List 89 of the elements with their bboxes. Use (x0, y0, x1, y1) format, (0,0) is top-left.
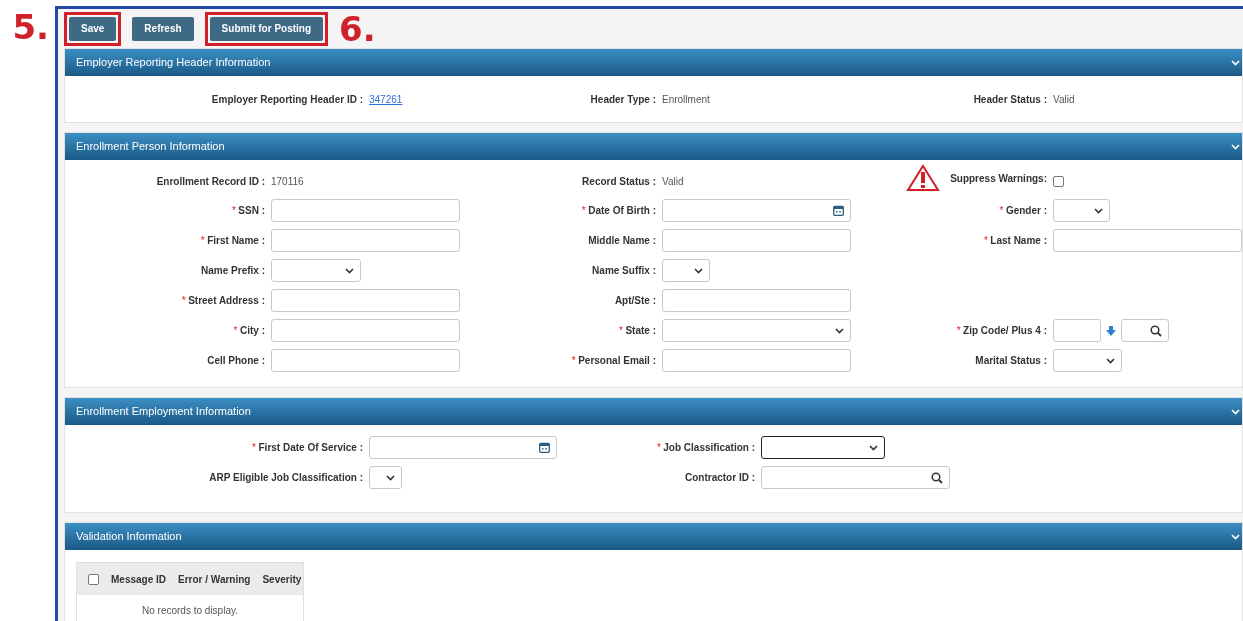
field-label: Contractor ID : (685, 471, 755, 485)
text-field[interactable] (662, 349, 851, 372)
field-label: Marital Status : (975, 354, 1047, 368)
text-field[interactable] (271, 199, 460, 222)
field-label: ARP Eligible Job Classification : (209, 471, 363, 485)
id-link[interactable]: 347261 (369, 91, 403, 107)
chevron-icon (386, 474, 395, 481)
field-label: Job Classification : (663, 441, 755, 455)
chevron-icon (1094, 207, 1103, 214)
field-value: Valid (1053, 92, 1075, 107)
zip-field[interactable] (1053, 319, 1101, 342)
search-icon (1150, 324, 1162, 337)
required-marker: * (200, 234, 205, 248)
field-label: Name Suffix : (592, 264, 656, 278)
field-label: Header Status : (973, 92, 1047, 107)
field-label: Enrollment Record ID : (156, 174, 265, 189)
required-marker: * (956, 324, 961, 338)
section-title: Validation Information (76, 529, 182, 545)
field-label: Date Of Birth : (588, 204, 656, 218)
section-header[interactable]: Employer Reporting Header Information (65, 49, 1242, 76)
checkbox[interactable] (88, 573, 99, 585)
field-label: First Name : (207, 234, 265, 248)
text-field[interactable] (662, 229, 851, 252)
section-header[interactable]: Enrollment Employment Information (65, 398, 1242, 425)
column-header: Error / Warning (178, 572, 251, 587)
chevron-icon (869, 444, 878, 451)
required-marker: * (656, 441, 661, 455)
field-label: Zip Code/ Plus 4 : (963, 324, 1047, 338)
calendar-icon (833, 205, 844, 216)
column-header: Severity (262, 572, 302, 587)
field-value: Enrollment (662, 92, 710, 107)
text-field[interactable] (271, 229, 460, 252)
calendar-icon (539, 442, 550, 453)
section-title: Enrollment Employment Information (76, 404, 251, 420)
plus4-lookup-field[interactable] (1121, 319, 1169, 342)
field-label: Gender : (1005, 204, 1047, 218)
required-marker: * (581, 204, 586, 218)
field-label: Cell Phone : (207, 354, 265, 368)
field-label: State : (625, 324, 656, 338)
text-field[interactable] (662, 289, 851, 312)
section-title: Employer Reporting Header Information (76, 55, 271, 71)
download-arrow-icon (1105, 324, 1117, 337)
dropdown[interactable] (761, 436, 885, 459)
field-value: Valid (662, 174, 684, 189)
chevron-icon (835, 327, 844, 334)
field-label: Suppress Warnings: (950, 171, 1047, 186)
section-header[interactable]: Enrollment Person Information (65, 133, 1242, 160)
section-title: Enrollment Person Information (76, 139, 225, 155)
required-marker: * (999, 204, 1004, 218)
checkbox[interactable] (1053, 175, 1064, 187)
search-icon (931, 471, 943, 484)
toolbar-button[interactable]: Submit for Posting (209, 16, 324, 41)
required-marker: * (571, 354, 576, 368)
column-header: Message ID (111, 572, 167, 587)
field-value: 170116 (271, 174, 304, 189)
field-label: Header Type : (590, 92, 656, 107)
field-label: City : (240, 324, 265, 338)
empty-message: No records to display. (141, 603, 239, 618)
field-label: Last Name : (990, 234, 1047, 248)
text-field[interactable] (1053, 229, 1242, 252)
required-marker: * (233, 324, 238, 338)
required-marker: * (252, 441, 256, 455)
text-field[interactable] (271, 349, 460, 372)
chevron-icon (694, 267, 703, 274)
text-field[interactable] (271, 319, 460, 342)
chevron-icon (1106, 357, 1115, 364)
step-number: 6. (339, 11, 376, 46)
required-marker: * (983, 234, 988, 248)
field-label: First Date Of Service : (258, 441, 363, 455)
field-label: Street Address : (188, 294, 265, 308)
date-field[interactable] (369, 436, 557, 459)
field-label: Record Status : (582, 174, 656, 189)
field-label: SSN : (238, 204, 265, 218)
required-marker: * (619, 324, 623, 338)
field-label: Personal Email : (578, 354, 656, 368)
field-label: Apt/Ste : (614, 294, 656, 308)
required-marker: * (231, 204, 236, 218)
field-label: Middle Name : (588, 234, 656, 248)
date-field[interactable] (662, 199, 851, 222)
save-button[interactable]: Save (69, 16, 117, 41)
field-label: Employer Reporting Header ID : (211, 92, 363, 107)
chevron-icon (345, 267, 354, 274)
section-header[interactable]: Validation Information (65, 523, 1242, 550)
field-label: Name Prefix : (201, 264, 265, 278)
text-field[interactable] (271, 289, 460, 312)
lookup-field[interactable] (761, 466, 950, 489)
toolbar-button[interactable]: Refresh (132, 16, 194, 41)
required-marker: * (181, 294, 186, 308)
step-number: 5. (12, 7, 49, 47)
